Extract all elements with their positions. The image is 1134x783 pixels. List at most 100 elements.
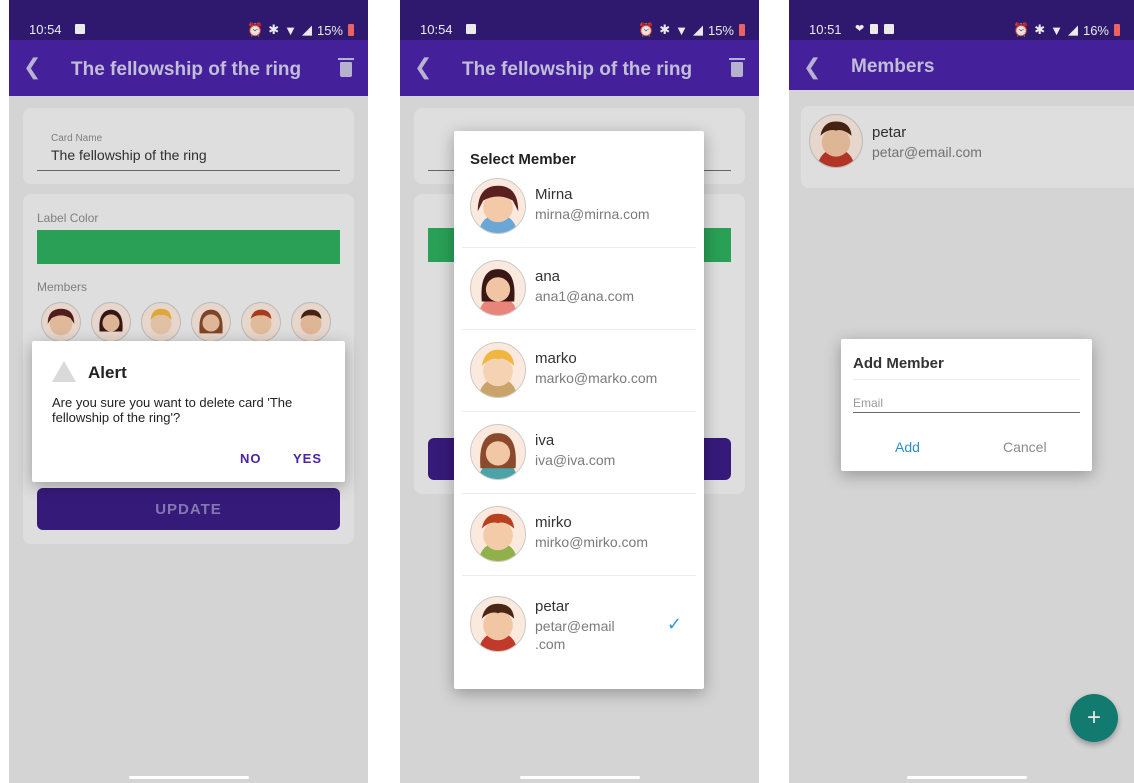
member-row-iva[interactable]: iva iva@iva.com [462, 412, 696, 494]
battery-percent: 15% [316, 22, 343, 38]
bluetooth-icon: ✱ [659, 22, 671, 37]
cancel-button[interactable]: Cancel [1003, 439, 1047, 455]
card-name-field[interactable]: The fellowship of the ring [51, 147, 207, 163]
status-bar: 10:51 ❤ ⏰ ✱ ▼ ◢ 16% [789, 0, 1134, 40]
status-right: ⏰ ✱ ▼ ◢ 15% [638, 22, 745, 38]
add-button[interactable]: Add [895, 439, 920, 455]
app-bar: ❮ The fellowship of the ring [400, 40, 759, 96]
add-member-fab[interactable]: + [1070, 694, 1118, 742]
no-button[interactable]: NO [240, 451, 262, 466]
battery-icon [739, 24, 745, 36]
avatar [470, 260, 526, 316]
label-color-label: Label Color [37, 211, 99, 225]
avatar [809, 114, 863, 168]
status-time: 10:51 [809, 22, 842, 37]
screen-select-member: 10:54 ⏰ ✱ ▼ ◢ 15% ❮ The fellowship of th… [400, 0, 759, 783]
home-indicator [907, 776, 1027, 779]
warning-icon [52, 361, 76, 382]
member-card[interactable]: petar petar@email.com [801, 106, 1134, 188]
image-icon [884, 24, 895, 34]
back-arrow-icon[interactable]: ❮ [23, 54, 41, 80]
trash-icon[interactable] [338, 58, 354, 77]
member-email: petar@email.com [872, 144, 982, 160]
wifi-icon: ▼ [1050, 22, 1063, 38]
member-avatar-ana[interactable] [91, 302, 131, 342]
avatar [470, 342, 526, 398]
notification-icons: ❤ [855, 23, 895, 35]
title-divider [853, 379, 1080, 380]
alert-title: Alert [88, 363, 127, 382]
label-color-bar[interactable] [37, 230, 340, 264]
app-bar: ❮ Members [789, 40, 1134, 90]
member-name: mirko [535, 514, 572, 531]
avatar [470, 424, 526, 480]
trash-icon[interactable] [729, 58, 745, 77]
member-name: iva [535, 432, 555, 449]
bluetooth-icon: ✱ [1034, 22, 1046, 37]
wifi-icon: ▼ [675, 22, 688, 38]
member-row-mirko[interactable]: mirko mirko@mirko.com [462, 494, 696, 576]
member-email-cont: .com [535, 636, 566, 652]
status-time: 10:54 [420, 22, 453, 37]
home-indicator [129, 776, 249, 779]
member-email: mirna@mirna.com [535, 206, 650, 222]
status-right: ⏰ ✱ ▼ ◢ 15% [247, 22, 354, 38]
dialog-title: Add Member [853, 355, 944, 372]
back-arrow-icon[interactable]: ❮ [803, 54, 821, 80]
member-row-mirna[interactable]: Mirna mirna@mirna.com [462, 166, 696, 248]
status-bar: 10:54 ⏰ ✱ ▼ ◢ 15% [400, 0, 759, 40]
member-avatar-iva[interactable] [191, 302, 231, 342]
page-title: Members [851, 56, 935, 77]
notification-icons [75, 24, 85, 34]
add-member-dialog: Add Member Add Cancel [841, 339, 1092, 471]
card-name-card: Card Name The fellowship of the ring [23, 108, 354, 184]
members-label: Members [37, 280, 88, 294]
email-input[interactable] [853, 393, 1080, 413]
screen-members: 10:51 ❤ ⏰ ✱ ▼ ◢ 16% ❮ Members petar peta… [789, 0, 1134, 783]
member-name: Mirna [535, 186, 573, 203]
page-title: The fellowship of the ring [71, 59, 302, 80]
alert-message: Are you sure you want to delete card 'Th… [52, 395, 293, 425]
alarm-icon: ⏰ [247, 22, 264, 37]
image-icon [75, 24, 85, 34]
notification-icons [466, 24, 476, 34]
avatar [470, 178, 526, 234]
member-avatar-mirko[interactable] [241, 302, 281, 342]
status-right: ⏰ ✱ ▼ ◢ 16% [1013, 22, 1120, 38]
alarm-icon: ⏰ [1013, 22, 1030, 37]
heart-icon: ❤ [855, 23, 865, 35]
wifi-icon: ▼ [284, 22, 297, 38]
check-icon: ✓ [666, 614, 682, 634]
signal-icon: ◢ [692, 22, 703, 37]
member-row-petar[interactable]: petar petar@email .com ✓ [462, 576, 696, 666]
signal-icon: ◢ [1067, 22, 1078, 37]
member-name: petar [535, 598, 570, 615]
image-icon [466, 24, 476, 34]
alert-dialog: Alert Are you sure you want to delete ca… [32, 341, 345, 482]
signal-icon: ◢ [301, 22, 312, 37]
yes-button[interactable]: YES [293, 451, 322, 466]
status-time: 10:54 [29, 22, 62, 37]
member-name: marko [535, 350, 577, 367]
battery-icon [1114, 24, 1120, 36]
update-button[interactable]: UPDATE [37, 488, 340, 530]
member-email: iva@iva.com [535, 452, 616, 468]
bluetooth-icon: ✱ [268, 22, 280, 37]
battery-percent: 15% [707, 22, 734, 38]
home-indicator [520, 776, 640, 779]
battery-icon [348, 24, 354, 36]
member-avatar-mirna[interactable] [41, 302, 81, 342]
card-name-underline [37, 170, 340, 171]
member-row-marko[interactable]: marko marko@marko.com [462, 330, 696, 412]
member-avatar-petar[interactable] [291, 302, 331, 342]
member-email: marko@marko.com [535, 370, 658, 386]
member-avatar-marko[interactable] [141, 302, 181, 342]
back-arrow-icon[interactable]: ❮ [414, 54, 432, 80]
battery-percent: 16% [1082, 22, 1109, 38]
card-name-label: Card Name [51, 133, 103, 144]
member-row-ana[interactable]: ana ana1@ana.com [462, 248, 696, 330]
member-name: petar [872, 124, 907, 141]
select-member-dialog: Select Member Mirna mirna@mirna.com ana … [454, 131, 704, 689]
page-title: The fellowship of the ring [462, 59, 693, 80]
screen-card-details: 10:54 ⏰ ✱ ▼ ◢ 15% ❮ The fellowship of th… [9, 0, 368, 783]
